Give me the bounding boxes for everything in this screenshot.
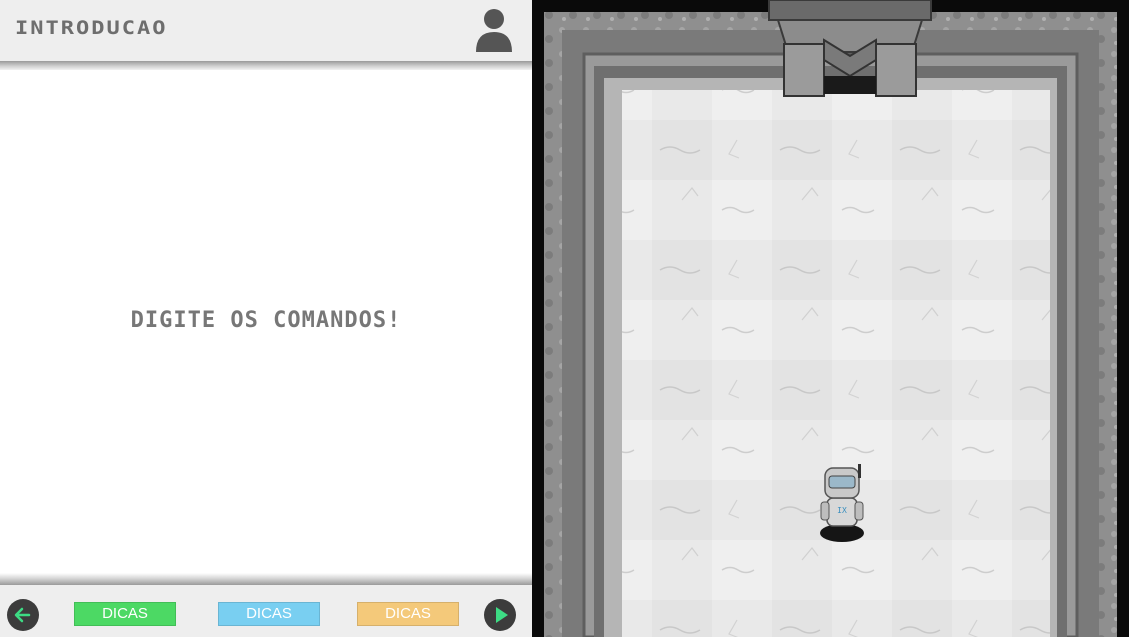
arena-floor bbox=[622, 90, 1050, 637]
game-arena: IX bbox=[532, 0, 1129, 637]
play-icon bbox=[496, 607, 508, 623]
robot-label: IX bbox=[837, 506, 847, 515]
robot-character-icon: IX bbox=[820, 464, 864, 542]
hint-button-green[interactable]: DICAS bbox=[74, 602, 176, 626]
level-title: INTRODUCAO bbox=[15, 18, 168, 40]
command-panel: INTRODUCAO DIGITE OS COMANDOS! DICAS DIC… bbox=[0, 0, 532, 637]
header-divider bbox=[0, 61, 532, 70]
hint-button-orange[interactable]: DICAS bbox=[357, 602, 459, 626]
arrow-left-icon bbox=[14, 607, 31, 623]
back-button[interactable] bbox=[7, 599, 39, 631]
profile-button[interactable] bbox=[472, 6, 516, 54]
play-button[interactable] bbox=[484, 599, 516, 631]
command-prompt-message: DIGITE OS COMANDOS! bbox=[130, 308, 402, 333]
arena-map: IX bbox=[544, 0, 1117, 637]
header-bar: INTRODUCAO bbox=[0, 0, 532, 61]
user-icon bbox=[476, 9, 512, 52]
footer-divider bbox=[0, 573, 532, 585]
arena-gate bbox=[768, 0, 932, 97]
hint-button-blue[interactable]: DICAS bbox=[218, 602, 320, 626]
